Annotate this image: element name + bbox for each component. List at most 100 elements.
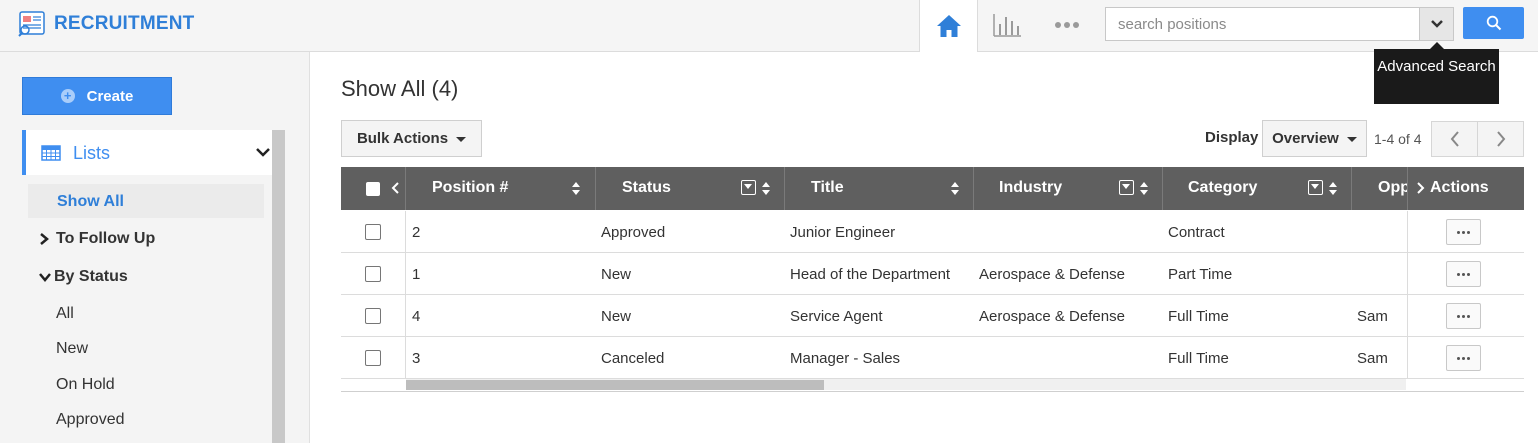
table-row[interactable]: 2 Approved Junior Engineer Contract bbox=[341, 211, 1524, 253]
row-actions-button[interactable] bbox=[1446, 219, 1481, 245]
search-icon bbox=[1486, 15, 1501, 31]
sidebar-item-show-all-label: Show All bbox=[57, 193, 124, 210]
filter-icon[interactable] bbox=[1308, 180, 1323, 195]
sidebar: + Create Lists Show All To Follow Up By bbox=[0, 52, 310, 443]
chevron-down-icon bbox=[256, 148, 270, 157]
advanced-search-tooltip: Advanced Search bbox=[1374, 42, 1499, 104]
search-button[interactable] bbox=[1463, 7, 1524, 39]
more-icon bbox=[1457, 230, 1460, 234]
pager-prev-button[interactable] bbox=[1431, 121, 1478, 157]
cell-status: Approved bbox=[601, 224, 666, 241]
more-icon bbox=[1055, 22, 1061, 28]
advanced-search-toggle[interactable] bbox=[1419, 8, 1453, 40]
sidebar-item-status-new[interactable]: New bbox=[56, 340, 88, 358]
cell-title[interactable]: Manager - Sales bbox=[790, 350, 900, 367]
cell-category: Full Time bbox=[1168, 350, 1229, 367]
create-button[interactable]: + Create bbox=[22, 77, 172, 115]
cell-category: Part Time bbox=[1168, 266, 1233, 283]
row-checkbox[interactable] bbox=[365, 224, 381, 240]
calendar-grid-icon bbox=[41, 145, 61, 161]
chevron-right-icon bbox=[40, 233, 49, 245]
bulk-actions-label: Bulk Actions bbox=[356, 130, 449, 147]
column-header-category[interactable]: Category bbox=[1163, 167, 1352, 210]
sidebar-item-status-all[interactable]: All bbox=[56, 305, 74, 323]
row-actions-button[interactable] bbox=[1446, 345, 1481, 371]
column-header-opp[interactable]: Opp bbox=[1352, 167, 1408, 210]
table-row[interactable]: 1 New Head of the Department Aerospace &… bbox=[341, 253, 1524, 295]
filter-icon[interactable] bbox=[741, 180, 756, 195]
column-header-actions: Actions bbox=[1408, 167, 1524, 210]
home-button[interactable] bbox=[919, 0, 978, 52]
chevron-right-icon bbox=[1496, 131, 1505, 147]
sort-icon[interactable] bbox=[1139, 181, 1149, 196]
reports-button[interactable] bbox=[988, 8, 1026, 42]
cell-status: New bbox=[601, 266, 632, 283]
column-header-actions-label: Actions bbox=[1430, 179, 1489, 196]
column-header-status[interactable]: Status bbox=[596, 167, 785, 210]
plus-circle-icon: + bbox=[60, 89, 75, 103]
sort-icon[interactable] bbox=[761, 181, 771, 196]
scroll-left-icon[interactable] bbox=[390, 181, 400, 195]
cell-title[interactable]: Head of the Department bbox=[790, 266, 950, 283]
cell-category: Contract bbox=[1168, 224, 1225, 241]
sidebar-item-to-follow-up[interactable]: To Follow Up bbox=[38, 230, 155, 248]
bar-chart-icon bbox=[993, 14, 1021, 37]
filter-icon[interactable] bbox=[1119, 180, 1134, 195]
cell-title[interactable]: Service Agent bbox=[790, 308, 883, 325]
more-icon bbox=[1457, 314, 1460, 318]
row-checkbox[interactable] bbox=[365, 308, 381, 324]
sidebar-item-to-follow-up-label: To Follow Up bbox=[56, 230, 156, 247]
row-actions-button[interactable] bbox=[1446, 303, 1481, 329]
sidebar-item-status-on-hold[interactable]: On Hold bbox=[56, 376, 115, 394]
select-all-checkbox[interactable] bbox=[366, 182, 380, 196]
column-header-opp-label: Opp bbox=[1378, 179, 1408, 196]
pager-range: 1-4 of 4 bbox=[1374, 131, 1422, 147]
search-box bbox=[1105, 7, 1454, 41]
cell-status: New bbox=[601, 308, 632, 325]
chevron-down-icon bbox=[1430, 20, 1443, 28]
bulk-actions-button[interactable]: Bulk Actions bbox=[341, 120, 482, 157]
scroll-right-icon[interactable] bbox=[1416, 181, 1426, 195]
column-header-title-label: Title bbox=[811, 179, 844, 196]
table-row[interactable]: 3 Canceled Manager - Sales Full Time Sam bbox=[341, 337, 1524, 379]
cell-industry: Aerospace & Defense bbox=[979, 266, 1125, 283]
table-horizontal-scrollbar[interactable] bbox=[406, 378, 1406, 390]
cell-position: 2 bbox=[412, 224, 421, 241]
sidebar-item-status-approved[interactable]: Approved bbox=[56, 411, 125, 429]
display-label: Display bbox=[1205, 129, 1259, 146]
sidebar-item-lists-label: Lists bbox=[73, 143, 111, 163]
sidebar-item-show-all[interactable]: Show All bbox=[28, 184, 264, 218]
sort-icon[interactable] bbox=[950, 181, 960, 196]
cell-opp: Sam bbox=[1357, 350, 1388, 367]
cell-opp: Sam bbox=[1357, 308, 1388, 325]
table-row[interactable]: 4 New Service Agent Aerospace & Defense … bbox=[341, 295, 1524, 337]
cell-category: Full Time bbox=[1168, 308, 1229, 325]
sidebar-item-lists[interactable]: Lists bbox=[22, 130, 272, 175]
row-checkbox[interactable] bbox=[365, 350, 381, 366]
column-header-position-label: Position # bbox=[432, 179, 509, 196]
column-header-industry-label: Industry bbox=[999, 179, 1063, 196]
search-input[interactable] bbox=[1106, 8, 1420, 40]
logo-icon bbox=[18, 11, 45, 37]
chevron-left-icon bbox=[1450, 131, 1459, 147]
sort-icon[interactable] bbox=[571, 181, 581, 196]
sidebar-scrollbar[interactable] bbox=[272, 130, 285, 443]
sidebar-item-by-status[interactable]: By Status bbox=[38, 268, 128, 286]
cell-position: 4 bbox=[412, 308, 421, 325]
more-button[interactable] bbox=[1046, 12, 1088, 38]
caret-down-icon bbox=[456, 137, 467, 142]
column-header-title[interactable]: Title bbox=[785, 167, 974, 210]
row-actions-button[interactable] bbox=[1446, 261, 1481, 287]
cell-title[interactable]: Junior Engineer bbox=[790, 224, 895, 241]
table-scroll-thumb[interactable] bbox=[406, 380, 824, 390]
column-header-industry[interactable]: Industry bbox=[974, 167, 1163, 210]
sidebar-item-by-status-label: By Status bbox=[54, 268, 128, 285]
select-all-column bbox=[341, 167, 406, 210]
display-dropdown-value: Overview bbox=[1272, 130, 1339, 147]
display-dropdown[interactable]: Overview bbox=[1262, 120, 1367, 157]
column-header-position[interactable]: Position # bbox=[406, 167, 596, 210]
cell-status: Canceled bbox=[601, 350, 665, 367]
row-checkbox[interactable] bbox=[365, 266, 381, 282]
sort-icon[interactable] bbox=[1328, 181, 1338, 196]
pager-next-button[interactable] bbox=[1477, 121, 1524, 157]
